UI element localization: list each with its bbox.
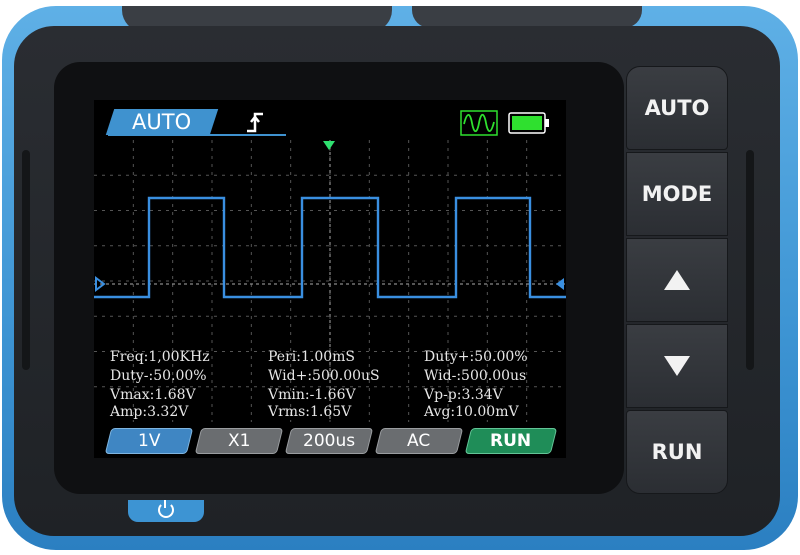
measurement-freq: Freq:1,00KHz <box>110 349 210 365</box>
measurement-width-positive: Wid+:500.00uS <box>268 368 380 384</box>
up-button[interactable] <box>626 238 728 322</box>
measurement-period: Peri:1.00mS <box>268 349 356 365</box>
measurement-vrms: Vrms:1.65V <box>268 404 352 420</box>
triangle-down-icon <box>664 356 690 376</box>
measurement-average: Avg:10.00mV <box>424 404 519 420</box>
right-grip <box>746 150 754 370</box>
mode-button[interactable]: MODE <box>626 152 728 236</box>
run-button[interactable]: RUN <box>626 410 728 494</box>
measurement-vpp: Vp-p:3.34V <box>424 387 503 403</box>
trigger-position-marker <box>323 141 335 150</box>
oscilloscope-screen: AUTO Freq:1,00KHz Peri:1.00mS Duty+:50.0… <box>94 100 566 458</box>
status-bar: 1V X1 200us AC RUN <box>94 428 566 454</box>
volts-per-div-chip[interactable]: 1V <box>104 428 194 454</box>
measurement-vmin: Vmin:-1.66V <box>268 387 356 403</box>
measurement-duty-negative: Duty-:50.00% <box>110 368 207 384</box>
power-button[interactable] <box>128 500 204 522</box>
probe-factor-chip[interactable]: X1 <box>194 428 284 454</box>
measurement-width-negative: Wid-:500.00us <box>424 368 527 384</box>
top-edge-cap-right <box>412 6 642 28</box>
measurement-duty-positive: Duty+:50.00% <box>424 349 528 365</box>
tab-underline <box>108 134 286 136</box>
measurement-vmax: Vmax:1.68V <box>110 387 196 403</box>
triangle-up-icon <box>664 270 690 290</box>
time-per-div-chip[interactable]: 200us <box>284 428 374 454</box>
auto-button[interactable]: AUTO <box>626 66 728 150</box>
left-grip <box>22 150 30 370</box>
run-state-chip[interactable]: RUN <box>464 428 558 454</box>
mode-tab: AUTO <box>105 109 219 135</box>
down-button[interactable] <box>626 324 728 408</box>
rising-edge-trigger-icon <box>247 112 263 133</box>
waveform-indicator-icon <box>460 110 498 136</box>
power-icon <box>158 500 174 518</box>
coupling-chip[interactable]: AC <box>374 428 464 454</box>
trigger-level-marker <box>556 278 564 290</box>
battery-icon <box>508 112 549 134</box>
measurement-amplitude: Amp:3.32V <box>110 404 189 420</box>
